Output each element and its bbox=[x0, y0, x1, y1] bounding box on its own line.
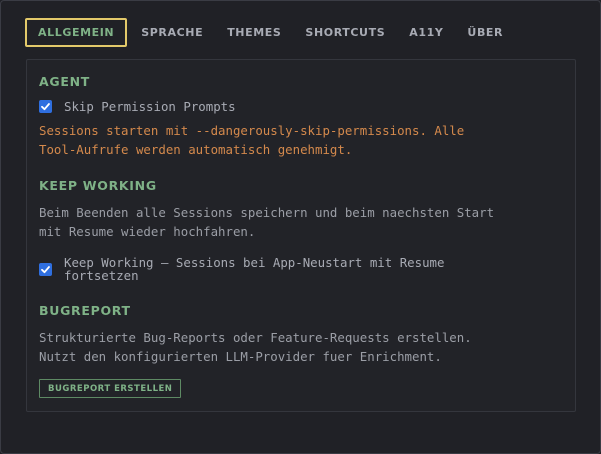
keep-working-label: Keep Working — Sessions bei App-Neustart… bbox=[64, 256, 444, 282]
checkmark-icon bbox=[41, 266, 50, 274]
tab-shortcuts[interactable]: SHORTCUTS bbox=[293, 18, 397, 47]
tab-themes[interactable]: THEMES bbox=[215, 18, 293, 47]
skip-permissions-row: Skip Permission Prompts bbox=[39, 100, 236, 113]
create-bugreport-button[interactable]: BUGREPORT ERSTELLEN bbox=[39, 379, 182, 398]
keep-working-section-title: KEEP WORKING bbox=[39, 178, 157, 193]
keep-working-label-line-2: fortsetzen bbox=[64, 268, 139, 283]
skip-permissions-checkbox[interactable] bbox=[39, 100, 52, 113]
skip-permissions-warning-line-1: Sessions starten mit --dangerously-skip-… bbox=[39, 123, 465, 138]
bugreport-description-line-2: Nutzt den konfigurierten LLM-Provider fu… bbox=[39, 349, 442, 364]
tab-allgemein[interactable]: ALLGEMEIN bbox=[25, 18, 128, 47]
settings-window: ALLGEMEIN SPRACHE THEMES SHORTCUTS A11Y … bbox=[0, 0, 601, 454]
keep-working-row: Keep Working — Sessions bei App-Neustart… bbox=[39, 256, 444, 282]
keep-working-description-line-2: mit Resume wieder hochfahren. bbox=[39, 224, 256, 239]
bugreport-section-title: BUGREPORT bbox=[39, 303, 131, 318]
bugreport-description-line-1: Strukturierte Bug-Reports oder Feature-R… bbox=[39, 330, 472, 345]
settings-tabs: ALLGEMEIN SPRACHE THEMES SHORTCUTS A11Y … bbox=[25, 18, 515, 47]
checkmark-icon bbox=[41, 103, 50, 111]
tab-a11y[interactable]: A11Y bbox=[397, 18, 455, 47]
keep-working-checkbox[interactable] bbox=[39, 263, 52, 276]
skip-permissions-label: Skip Permission Prompts bbox=[64, 99, 236, 114]
skip-permissions-warning-line-2: Tool-Aufrufe werden automatisch genehmig… bbox=[39, 142, 353, 157]
agent-section-title: AGENT bbox=[39, 74, 90, 89]
tab-sprache[interactable]: SPRACHE bbox=[129, 18, 215, 47]
tab-ueber[interactable]: ÜBER bbox=[455, 18, 515, 47]
keep-working-description-line-1: Beim Beenden alle Sessions speichern und… bbox=[39, 205, 495, 220]
general-settings-panel: AGENT Skip Permission Prompts Sessions s… bbox=[26, 59, 576, 412]
